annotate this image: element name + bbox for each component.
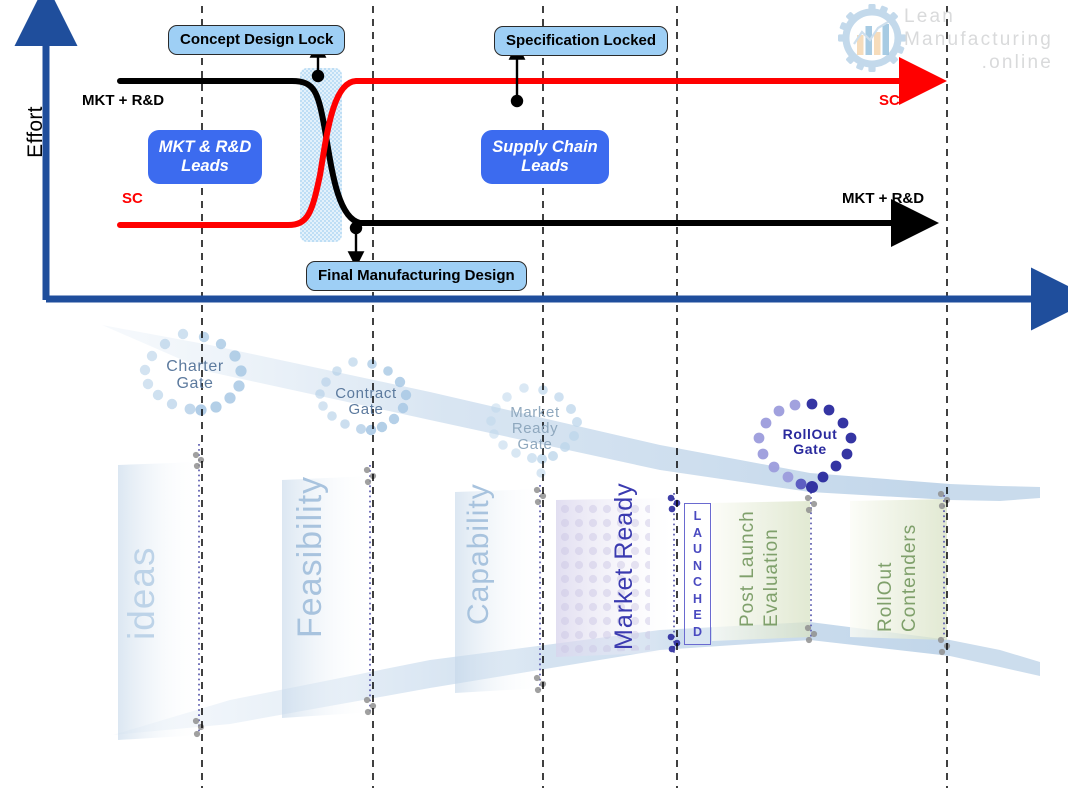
- diagram-canvas: Effort Concept Design Lock Specification…: [0, 0, 1068, 794]
- series-label-sc-right: SC: [879, 92, 900, 109]
- gate-label-charter-gate: Charter Gate: [166, 358, 224, 393]
- logo-wordmark: Lean Manufacturing .online: [904, 6, 1053, 74]
- gear-bar-chart-icon: [838, 4, 906, 72]
- gate-label-rollout-gate: RollOut Gate: [782, 426, 838, 458]
- callout-final-manufacturing-design[interactable]: Final Manufacturing Design: [306, 261, 527, 291]
- stage-label-feasibility: Feasibility: [291, 475, 329, 638]
- logo-line-1: Lean: [904, 6, 956, 27]
- badge-mkt-rd-leads: MKT & R&D Leads: [148, 130, 262, 184]
- launched-letter: L: [693, 509, 702, 523]
- launched-marker[interactable]: L A U N C H E D: [684, 503, 711, 645]
- callout-specification-locked[interactable]: Specification Locked: [494, 26, 669, 56]
- gate-label-market-ready-gate: Market Ready Gate: [510, 404, 560, 454]
- stage-label-ideas: ideas: [121, 546, 162, 640]
- series-label-mkt-rd-left: MKT + R&D: [82, 92, 165, 109]
- launched-letter: E: [693, 608, 702, 622]
- launched-letter: A: [692, 525, 703, 540]
- stage-label-post-launch-evaluation: Post Launch Evaluation: [737, 510, 782, 627]
- badge-supply-chain-leads: Supply Chain Leads: [481, 130, 609, 184]
- effort-chart-layer: [14, 0, 1068, 331]
- gate-label-contract-gate: Contract Gate: [335, 385, 397, 419]
- logo-line-2: Manufacturing: [904, 28, 1054, 50]
- series-label-sc-left: SC: [122, 190, 143, 207]
- launched-letter: U: [692, 542, 703, 556]
- logo-line-3: .online: [981, 51, 1054, 73]
- stage-label-market-ready: Market Ready: [610, 482, 638, 650]
- stage-label-capability: Capability: [462, 483, 495, 625]
- launched-letter: H: [692, 591, 703, 606]
- site-logo[interactable]: Lean Manufacturing .online: [832, 4, 1062, 78]
- callout-concept-design-lock[interactable]: Concept Design Lock: [168, 25, 346, 55]
- launched-letter: C: [692, 575, 703, 589]
- launched-letter: N: [692, 558, 703, 573]
- launched-letter: D: [692, 624, 703, 639]
- series-label-mkt-rd-right: MKT + R&D: [842, 190, 925, 207]
- y-axis-label: Effort: [24, 106, 47, 158]
- stage-label-rollout-contenders: RollOut Contenders: [875, 523, 920, 632]
